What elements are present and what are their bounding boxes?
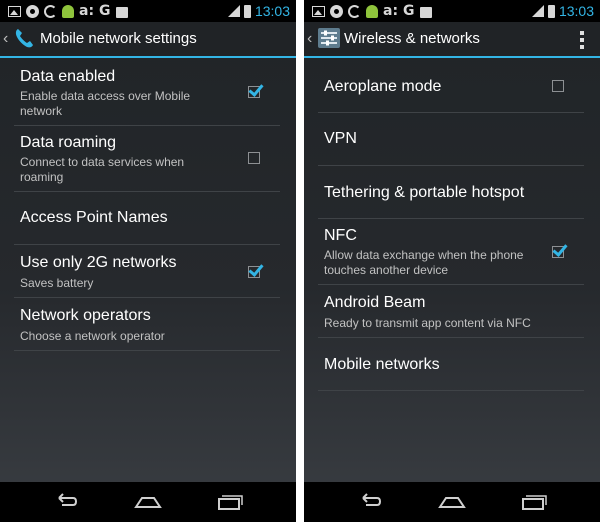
setting-access-point-names[interactable]: Access Point Names <box>14 192 280 245</box>
image-icon <box>8 5 21 17</box>
setting-label: Aeroplane mode <box>324 78 442 95</box>
navigation-bar <box>304 482 600 522</box>
up-caret-icon[interactable]: ‹ <box>3 30 8 48</box>
round-icon <box>330 4 343 18</box>
image-icon <box>312 5 325 17</box>
clock: 13:03 <box>558 3 594 19</box>
setting-mobile-networks[interactable]: Mobile networks <box>318 338 584 391</box>
battery-icon <box>243 4 251 18</box>
google-icon: G <box>99 3 111 19</box>
signal-icon <box>531 5 544 17</box>
letter-a-icon: a: <box>79 3 95 19</box>
settings-list: Aeroplane mode VPN Tethering & portable … <box>318 60 584 391</box>
setting-label: Data roaming <box>20 134 117 151</box>
data-roaming-checkbox[interactable] <box>248 152 260 164</box>
bag-icon <box>419 6 432 18</box>
clock: 13:03 <box>254 3 290 19</box>
phone-screen-wireless-networks: a: G 13:03 ‹ Wireless & networks Aeropla… <box>304 0 600 522</box>
action-bar: ‹ Wireless & networks <box>304 22 600 58</box>
phone-screen-mobile-network-settings: a: G 13:03 ‹ Mobile network settings Dat… <box>0 0 296 522</box>
letter-a-icon: a: <box>383 3 399 19</box>
sync-icon <box>44 4 57 18</box>
settings-icon[interactable] <box>317 26 341 50</box>
setting-summary: Enable data access over Mobile network <box>20 89 191 118</box>
setting-tethering-hotspot[interactable]: Tethering & portable hotspot <box>318 166 584 219</box>
setting-summary: Saves battery <box>20 276 94 290</box>
home-icon[interactable] <box>133 490 163 514</box>
status-bar: a: G 13:03 <box>0 0 296 22</box>
setting-label: NFC <box>324 227 357 244</box>
setting-label: Data enabled <box>20 68 116 85</box>
notification-icons: a: G <box>8 3 128 19</box>
battery-icon <box>547 4 555 18</box>
signal-icon <box>227 5 240 17</box>
setting-use-only-2g[interactable]: Use only 2G networks Saves battery <box>14 245 280 298</box>
setting-label: Mobile networks <box>324 356 440 373</box>
back-icon[interactable] <box>50 490 80 514</box>
recents-icon[interactable] <box>518 490 548 514</box>
sync-icon <box>348 4 361 18</box>
android-icon <box>62 4 74 18</box>
aeroplane-mode-checkbox[interactable] <box>552 80 564 92</box>
status-right: 13:03 <box>531 2 594 20</box>
setting-label: VPN <box>324 130 357 147</box>
overflow-menu-icon[interactable] <box>580 31 584 49</box>
setting-label: Use only 2G networks <box>20 254 177 271</box>
settings-list: Data enabled Enable data access over Mob… <box>14 60 280 351</box>
bag-icon <box>115 6 128 18</box>
google-icon: G <box>403 3 415 19</box>
setting-label: Tethering & portable hotspot <box>324 184 525 201</box>
data-enabled-checkbox[interactable] <box>248 86 260 98</box>
setting-label: Access Point Names <box>20 209 168 226</box>
notification-icons: a: G <box>312 3 432 19</box>
setting-summary: Connect to data services when roaming <box>20 155 185 184</box>
setting-vpn[interactable]: VPN <box>318 113 584 166</box>
setting-data-enabled[interactable]: Data enabled Enable data access over Mob… <box>14 60 280 126</box>
setting-label: Network operators <box>20 307 151 324</box>
page-title: Mobile network settings <box>40 30 197 47</box>
back-icon[interactable] <box>354 490 384 514</box>
status-bar: a: G 13:03 <box>304 0 600 22</box>
recents-icon[interactable] <box>214 490 244 514</box>
round-icon <box>26 4 39 18</box>
action-bar: ‹ Mobile network settings <box>0 22 296 58</box>
setting-summary: Allow data exchange when the phone touch… <box>324 248 524 277</box>
setting-network-operators[interactable]: Network operators Choose a network opera… <box>14 298 280 351</box>
setting-summary: Ready to transmit app content via NFC <box>324 316 531 330</box>
use-only-2g-checkbox[interactable] <box>248 266 260 278</box>
nfc-checkbox[interactable] <box>552 246 564 258</box>
android-icon <box>366 4 378 18</box>
setting-aeroplane-mode[interactable]: Aeroplane mode <box>318 60 584 113</box>
home-icon[interactable] <box>437 490 467 514</box>
setting-android-beam[interactable]: Android Beam Ready to transmit app conte… <box>318 285 584 338</box>
navigation-bar <box>0 482 296 522</box>
page-title: Wireless & networks <box>344 30 480 47</box>
setting-data-roaming[interactable]: Data roaming Connect to data services wh… <box>14 126 280 192</box>
setting-label: Android Beam <box>324 294 426 311</box>
setting-nfc[interactable]: NFC Allow data exchange when the phone t… <box>318 219 584 285</box>
up-caret-icon[interactable]: ‹ <box>307 30 312 48</box>
setting-summary: Choose a network operator <box>20 329 165 343</box>
status-right: 13:03 <box>227 2 290 20</box>
phone-handset-icon[interactable] <box>13 26 37 50</box>
